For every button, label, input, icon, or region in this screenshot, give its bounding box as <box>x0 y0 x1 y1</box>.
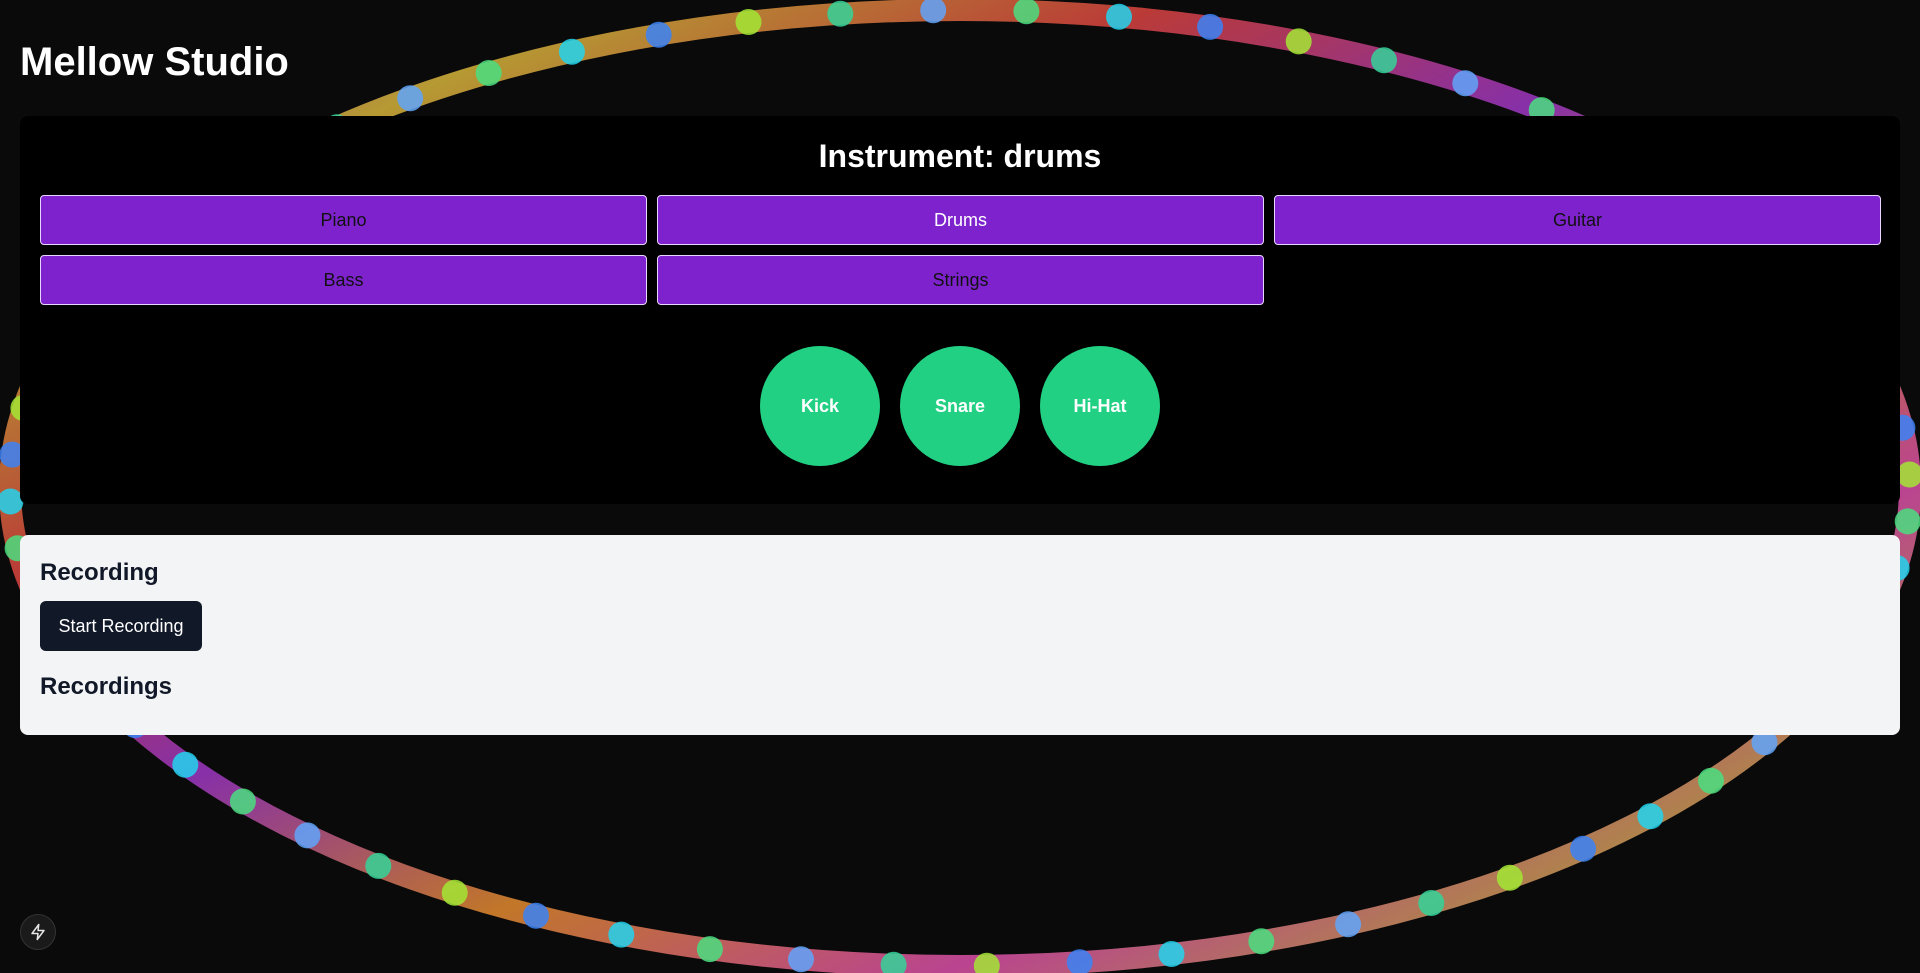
instrument-button-strings[interactable]: Strings <box>657 255 1264 305</box>
instrument-button-guitar[interactable]: Guitar <box>1274 195 1881 245</box>
visualizer-dot <box>1335 911 1362 938</box>
visualizer-dot <box>1496 864 1523 891</box>
visualizer-dot <box>558 38 585 65</box>
visualizer-dot <box>1106 3 1132 30</box>
instrument-selector: Piano Drums Guitar Bass Strings <box>40 195 1881 305</box>
visualizer-dot <box>1698 767 1724 794</box>
visualizer-dot <box>1894 508 1920 535</box>
recordings-heading: Recordings <box>40 673 173 700</box>
visualizer-dot <box>1197 13 1224 40</box>
visualizer-dot <box>475 60 502 86</box>
lightning-bolt-icon <box>31 923 45 941</box>
visualizer-dot <box>788 946 814 973</box>
visualizer-dot <box>696 936 723 963</box>
visualizer-dot <box>1371 47 1397 74</box>
pad-kick[interactable]: Kick <box>760 346 880 466</box>
pad-hi-hat[interactable]: Hi-Hat <box>1040 346 1160 466</box>
visualizer-dot <box>1285 28 1312 55</box>
visualizer-dot <box>608 921 635 948</box>
visualizer-dot <box>397 85 424 112</box>
visualizer-dot <box>294 822 321 849</box>
recording-heading: Recording <box>40 559 159 586</box>
visualizer-dot <box>1452 70 1479 97</box>
visualizer-dot <box>1248 928 1275 955</box>
app-title: Mellow Studio <box>20 40 289 84</box>
visualizer-dot <box>1570 835 1597 862</box>
visualizer-dot <box>645 21 672 48</box>
instrument-button-bass[interactable]: Bass <box>40 255 647 305</box>
visualizer-dot <box>1418 890 1445 916</box>
instrument-panel: Instrument: drums Piano Drums Guitar Bas… <box>20 116 1900 504</box>
visualizer-dot <box>735 9 762 35</box>
instrument-heading: Instrument: drums <box>818 138 1102 174</box>
visualizer-dot <box>1637 803 1664 830</box>
visualizer-dot <box>365 852 392 879</box>
visualizer-dot <box>441 879 468 906</box>
dev-tools-button[interactable] <box>20 914 56 950</box>
pad-snare[interactable]: Snare <box>900 346 1020 466</box>
drum-pads: Kick Snare Hi-Hat <box>20 346 1900 466</box>
visualizer-dot <box>229 788 256 815</box>
start-recording-button[interactable]: Start Recording <box>40 601 202 651</box>
visualizer-dot <box>523 902 549 929</box>
instrument-button-drums[interactable]: Drums <box>657 195 1264 245</box>
visualizer-dot <box>827 0 854 27</box>
visualizer-dot <box>1158 941 1185 967</box>
visualizer-dot <box>172 751 199 778</box>
instrument-button-piano[interactable]: Piano <box>40 195 647 245</box>
recording-panel: Recording Start Recording Recordings <box>20 535 1900 735</box>
